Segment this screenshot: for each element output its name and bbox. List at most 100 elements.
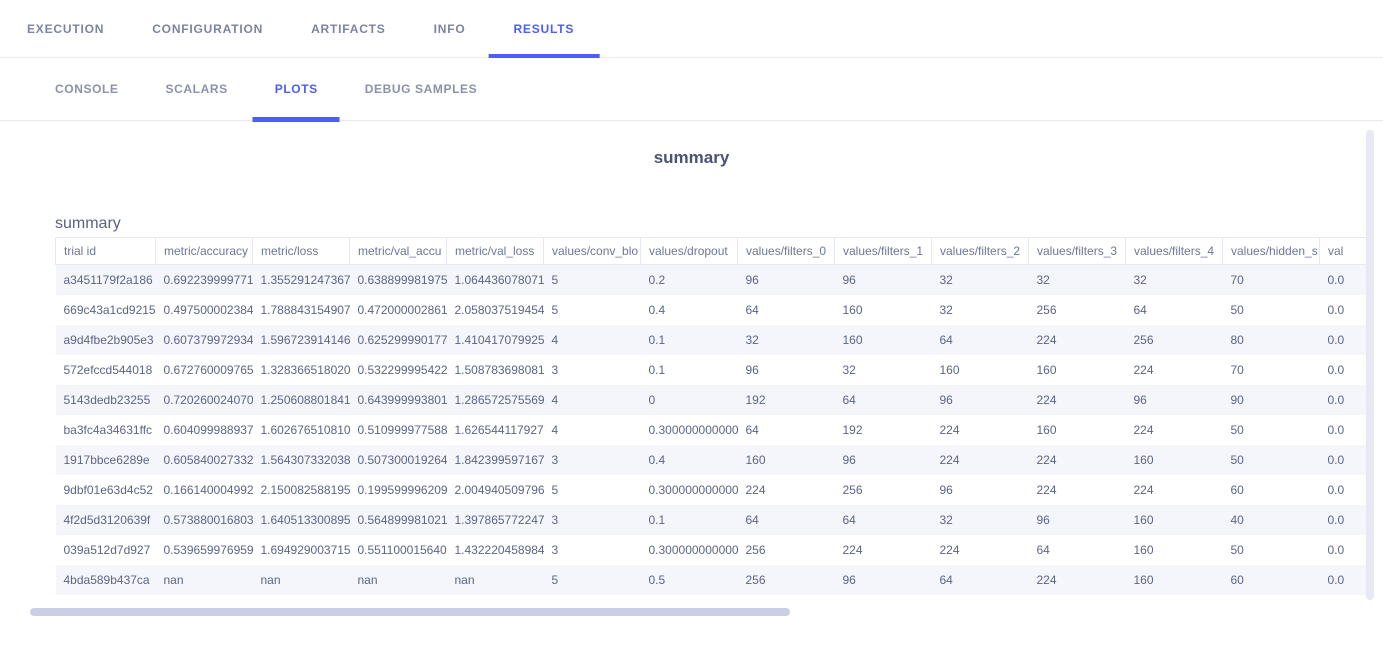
table-cell: 0.510999977588 <box>350 415 447 445</box>
table-cell: 64 <box>1126 295 1223 325</box>
table-cell: 0.5 <box>641 565 738 595</box>
table-cell: nan <box>253 565 350 595</box>
table-cell: 5143dedb23255 <box>56 385 156 415</box>
table-cell: 96 <box>1029 505 1126 535</box>
table-cell: 0.472000002861 <box>350 295 447 325</box>
column-header: val <box>1320 238 1368 265</box>
table-cell: 96 <box>738 355 835 385</box>
table-cell: 96 <box>1126 385 1223 415</box>
table-cell: 0.532299995422 <box>350 355 447 385</box>
tab-execution[interactable]: EXECUTION <box>27 0 104 57</box>
tab-configuration[interactable]: CONFIGURATION <box>152 0 263 57</box>
table-cell: 256 <box>738 535 835 565</box>
subtab-plots[interactable]: PLOTS <box>275 58 318 120</box>
table-cell: 1.250608801841 <box>253 385 350 415</box>
tab-artifacts[interactable]: ARTIFACTS <box>311 0 386 57</box>
table-cell: 1.694929003715 <box>253 535 350 565</box>
table-cell: 0.0 <box>1320 535 1368 565</box>
table-cell: 0.625299990177 <box>350 325 447 355</box>
table-cell: 0 <box>641 385 738 415</box>
table-cell: 160 <box>1126 535 1223 565</box>
table-cell: a9d4fbe2b905e3 <box>56 325 156 355</box>
table-cell: 90 <box>1223 385 1320 415</box>
table-cell: 0.2 <box>641 265 738 295</box>
summary-table-title: summary <box>55 215 1383 233</box>
table-cell: 50 <box>1223 535 1320 565</box>
table-cell: 0.0 <box>1320 355 1368 385</box>
table-cell: 0.605840027332 <box>156 445 253 475</box>
column-header: values/filters_4 <box>1126 238 1223 265</box>
table-cell: 96 <box>932 385 1029 415</box>
table-cell: 0.1 <box>641 325 738 355</box>
horizontal-scrollbar-thumb[interactable] <box>30 608 790 616</box>
table-row: 9dbf01e63d4c520.1661400049922.1500825881… <box>56 475 1368 505</box>
table-cell: 160 <box>1126 505 1223 535</box>
table-cell: 224 <box>738 475 835 505</box>
table-cell: 32 <box>1029 265 1126 295</box>
table-cell: 4bda589b437ca <box>56 565 156 595</box>
table-cell: 160 <box>932 355 1029 385</box>
table-cell: 192 <box>738 385 835 415</box>
table-row: 5143dedb232550.7202600240701.25060880184… <box>56 385 1368 415</box>
table-cell: 0.604099988937 <box>156 415 253 445</box>
table-cell: 160 <box>835 295 932 325</box>
table-cell: 64 <box>835 385 932 415</box>
table-cell: 669c43a1cd9215 <box>56 295 156 325</box>
table-row: ba3fc4a34631ffc0.6040999889371.602676510… <box>56 415 1368 445</box>
table-cell: 0.638899981975 <box>350 265 447 295</box>
table-cell: 32 <box>738 325 835 355</box>
table-row: a9d4fbe2b905e30.6073799729341.5967239141… <box>56 325 1368 355</box>
table-cell: 224 <box>1126 355 1223 385</box>
table-cell: 572efccd544018 <box>56 355 156 385</box>
table-cell: 3 <box>544 445 641 475</box>
table-cell: 1.788843154907 <box>253 295 350 325</box>
column-header: values/filters_0 <box>738 238 835 265</box>
table-cell: 50 <box>1223 295 1320 325</box>
table-cell: 32 <box>932 505 1029 535</box>
table-cell: 2.150082588195 <box>253 475 350 505</box>
subtab-scalars[interactable]: SCALARS <box>166 58 228 120</box>
table-cell: 0.672760009765 <box>156 355 253 385</box>
summary-table-header-row: trial idmetric/accuracymetric/lossmetric… <box>56 238 1368 265</box>
table-cell: 0.4 <box>641 295 738 325</box>
column-header: values/conv_blo <box>544 238 641 265</box>
subtab-console[interactable]: CONSOLE <box>55 58 119 120</box>
table-cell: 4f2d5d3120639f <box>56 505 156 535</box>
table-cell: 0.0 <box>1320 415 1368 445</box>
column-header: trial id <box>56 238 156 265</box>
table-cell: 224 <box>1126 475 1223 505</box>
table-cell: 1917bbce6289e <box>56 445 156 475</box>
table-cell: nan <box>156 565 253 595</box>
table-cell: 1.355291247367 <box>253 265 350 295</box>
table-cell: 0.720260024070 <box>156 385 253 415</box>
table-cell: 0.166140004992 <box>156 475 253 505</box>
tab-info[interactable]: INFO <box>434 0 466 57</box>
table-cell: 1.564307332038 <box>253 445 350 475</box>
plots-panel: summary summary trial idmetric/accuracym… <box>0 121 1383 646</box>
table-cell: 5 <box>544 295 641 325</box>
table-cell: 0.692239999771 <box>156 265 253 295</box>
table-cell: 1.397865772247 <box>447 505 544 535</box>
table-cell: 64 <box>932 565 1029 595</box>
subtab-debug-samples[interactable]: DEBUG SAMPLES <box>365 58 477 120</box>
table-cell: 1.640513300895 <box>253 505 350 535</box>
results-sub-navigation: CONSOLE SCALARS PLOTS DEBUG SAMPLES <box>0 58 1383 121</box>
table-cell: 1.064436078071 <box>447 265 544 295</box>
table-cell: 50 <box>1223 415 1320 445</box>
table-cell: 224 <box>1029 325 1126 355</box>
column-header: metric/val_loss <box>447 238 544 265</box>
table-cell: 64 <box>738 295 835 325</box>
table-cell: 256 <box>1126 325 1223 355</box>
table-cell: 1.410417079925 <box>447 325 544 355</box>
table-row: 4bda589b437canannannannan50.525696642241… <box>56 565 1368 595</box>
table-cell: 160 <box>835 325 932 355</box>
table-cell: 64 <box>738 415 835 445</box>
column-header: values/dropout <box>641 238 738 265</box>
table-cell: 1.842399597167 <box>447 445 544 475</box>
column-header: values/hidden_s <box>1223 238 1320 265</box>
table-cell: 80 <box>1223 325 1320 355</box>
table-cell: 1.602676510810 <box>253 415 350 445</box>
vertical-scrollbar-thumb[interactable] <box>1366 130 1374 600</box>
summary-table-container: trial idmetric/accuracymetric/lossmetric… <box>55 237 1367 595</box>
tab-results[interactable]: RESULTS <box>513 0 574 57</box>
